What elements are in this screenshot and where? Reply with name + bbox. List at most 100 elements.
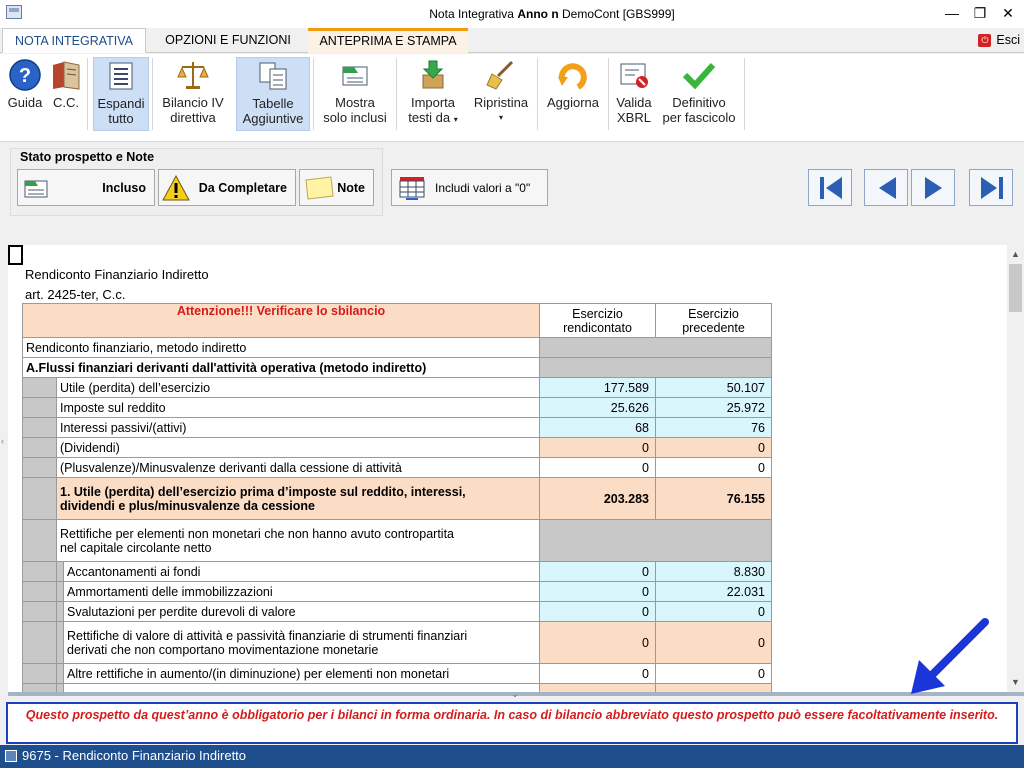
gray-cell [539, 357, 772, 378]
includi-valori-zero-button[interactable]: Includi valori a "0" [391, 169, 548, 206]
importa-testi-button[interactable]: Importa testi da ▾ [402, 57, 464, 131]
espandi-tutto-button[interactable]: Espandi tutto [93, 57, 149, 131]
value-current[interactable]: 0 [539, 663, 656, 684]
gray-cell [539, 337, 772, 358]
tab-opzioni-funzioni[interactable]: OPZIONI E FUNZIONI [148, 28, 308, 53]
next-icon [925, 177, 942, 199]
document-view: Rendiconto Finanziario Indiretto art. 24… [8, 245, 1007, 692]
col-prev-line1: Esercizio [688, 306, 739, 321]
window-title-year: Anno n [517, 7, 559, 21]
incluso-button[interactable]: Incluso [17, 169, 155, 206]
value-previous[interactable]: 22.031 [655, 581, 772, 602]
expand-list-icon [109, 62, 133, 90]
value-current[interactable] [539, 683, 656, 692]
bilancio-iv-direttiva-button[interactable]: Bilancio IV direttiva [157, 57, 229, 131]
document-heading: Rendiconto Finanziario Indiretto [25, 267, 209, 282]
definitivo-fascicolo-button[interactable]: Definitivo per fascicolo [658, 57, 740, 131]
valida-label-1: Valida [616, 95, 652, 110]
previous-icon [879, 177, 896, 199]
value-previous[interactable]: 0 [655, 621, 772, 664]
tables-icon [259, 62, 287, 90]
ribbon-separator [87, 58, 88, 130]
value-previous[interactable]: 76 [655, 417, 772, 438]
section-a-label: A.Flussi finanziari derivanti dall'attiv… [22, 357, 540, 378]
stato-prospetto-title: Stato prospetto e Note [20, 150, 155, 164]
cc-button[interactable]: C.C. [48, 57, 84, 131]
window-title-prefix: Nota Integrativa [429, 7, 514, 21]
next-record-button[interactable] [911, 169, 955, 206]
value-current[interactable]: 68 [539, 417, 656, 438]
da-completare-label: Da Completare [198, 181, 287, 195]
indent-cell [22, 601, 57, 622]
first-record-button[interactable] [808, 169, 852, 206]
scrollbar-thumb[interactable] [1009, 264, 1022, 312]
cc-label: C.C. [53, 95, 79, 110]
table-row: Svalutazioni per perdite durevoli di val… [22, 601, 772, 622]
refresh-icon [558, 63, 587, 90]
row-label: Imposte sul reddito [56, 397, 540, 418]
note-button[interactable]: Note [299, 169, 374, 206]
value-current[interactable]: 0 [539, 601, 656, 622]
scroll-down-icon[interactable]: ▼ [1011, 677, 1020, 687]
previous-record-button[interactable] [864, 169, 908, 206]
value-previous[interactable]: 0 [655, 457, 772, 478]
mostra-label-2: solo inclusi [323, 110, 387, 125]
window-title-suffix: DemoCont [GBS999] [562, 7, 675, 21]
left-splitter-handle[interactable]: ‹ [1, 436, 4, 446]
row-label: Altre rettifiche in aumento/(in diminuzi… [63, 663, 540, 684]
indent-cell [56, 621, 64, 664]
tabelle-aggiuntive-button[interactable]: Tabelle Aggiuntive [236, 57, 310, 131]
tab-anteprima-stampa[interactable]: ANTEPRIMA E STAMPA [308, 28, 468, 53]
value-previous[interactable]: 25.972 [655, 397, 772, 418]
value-current[interactable]: 0 [539, 457, 656, 478]
da-completare-button[interactable]: Da Completare [158, 169, 296, 206]
value-previous[interactable]: 8.830 [655, 561, 772, 582]
last-icon [981, 177, 1003, 199]
value-current[interactable]: 0 [539, 437, 656, 458]
restore-button[interactable]: ❐ [965, 2, 995, 24]
ribbon-toolbar: ? Guida C.C. Espandi tutto Bilancio IV d… [0, 54, 1024, 142]
warning-cell: Attenzione!!! Verificare lo sbilancio [22, 303, 540, 338]
table-row: Utile (perdita) dell’esercizio 177.589 5… [22, 377, 772, 398]
importa-label-2: testi da ▾ [402, 110, 464, 127]
value-current[interactable]: 25.626 [539, 397, 656, 418]
gray-cell [539, 519, 772, 562]
value-previous[interactable]: 0 [655, 601, 772, 622]
indent-cell [22, 477, 57, 520]
value-previous[interactable] [655, 683, 772, 692]
row-label: (Plusvalenze)/Minusvalenze derivanti dal… [56, 457, 540, 478]
ribbon-separator [152, 58, 153, 130]
esci-button[interactable]: ⏻ Esci [978, 33, 1020, 47]
vertical-scrollbar[interactable]: ▲ ▼ [1007, 245, 1024, 692]
splitter-chevron-icon[interactable]: ⌄ [505, 689, 525, 699]
bilancio-label-2: direttiva [170, 110, 216, 125]
rettifiche-line2: nel capitale circolante netto [60, 540, 212, 555]
last-record-button[interactable] [969, 169, 1013, 206]
table-row: Rendiconto finanziario, metodo indiretto [22, 337, 772, 358]
title-bar: Nota Integrativa Anno n DemoCont [GBS999… [0, 0, 1024, 28]
valida-xbrl-button[interactable]: Valida XBRL [612, 57, 656, 131]
minimize-button[interactable]: — [937, 2, 967, 24]
ripristina-button[interactable]: Ripristina ▾ [468, 57, 534, 131]
aggiorna-button[interactable]: Aggiorna [542, 57, 604, 131]
indent-cell [22, 621, 57, 664]
mostra-solo-inclusi-button[interactable]: Mostra solo inclusi [319, 57, 391, 131]
value-current[interactable]: 0 [539, 561, 656, 582]
scroll-up-icon[interactable]: ▲ [1011, 249, 1020, 259]
col-current-line1: Esercizio [572, 306, 623, 321]
value-current[interactable]: 177.589 [539, 377, 656, 398]
close-button[interactable]: ✕ [993, 2, 1023, 24]
value-previous[interactable]: 50.107 [655, 377, 772, 398]
guida-button[interactable]: ? Guida [4, 57, 46, 131]
document-article: art. 2425-ter, C.c. [25, 287, 126, 302]
import-icon [422, 60, 444, 89]
row-label: (Dividendi) [56, 437, 540, 458]
value-previous[interactable]: 0 [655, 663, 772, 684]
value-current[interactable]: 0 [539, 581, 656, 602]
definitivo-label-2: per fascicolo [662, 110, 736, 125]
validate-icon [620, 63, 648, 88]
tab-nota-integrativa[interactable]: NOTA INTEGRATIVA [2, 28, 146, 53]
rettifiche-line1: Rettifiche per elementi non monetari che… [60, 526, 454, 541]
value-current[interactable]: 0 [539, 621, 656, 664]
value-previous[interactable]: 0 [655, 437, 772, 458]
